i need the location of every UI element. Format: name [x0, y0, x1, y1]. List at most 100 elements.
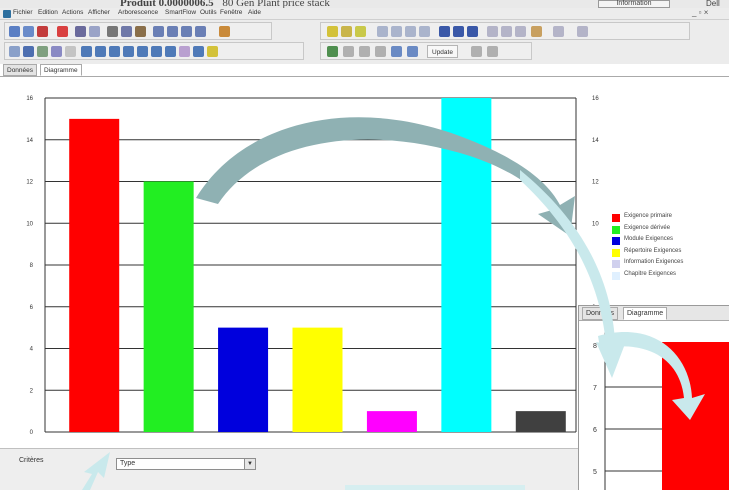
refresh-icon[interactable] — [181, 26, 192, 37]
y-tick-label-left: 12 — [26, 180, 33, 186]
tree-icon[interactable] — [9, 46, 20, 57]
glasses-icon[interactable] — [355, 26, 366, 37]
y-tick-label-left: 0 — [30, 430, 34, 436]
tab-donnees[interactable]: Données — [3, 64, 38, 76]
edit-icon[interactable] — [341, 26, 352, 37]
toolbar-area: Update — [0, 20, 729, 64]
y-tick-label-right: 8 — [592, 263, 596, 269]
bulb-icon[interactable] — [207, 46, 218, 57]
network-icon[interactable] — [81, 46, 92, 57]
pencil-icon[interactable] — [531, 26, 542, 37]
export-icon[interactable] — [193, 46, 204, 57]
menu-bar: Fichier Edition Actions Afficher Arbores… — [0, 8, 729, 20]
folder-icon[interactable] — [109, 46, 120, 57]
legend-item: Chapitre Exigences — [612, 271, 722, 281]
legend-item: Répertoire Exigences — [612, 248, 722, 258]
blank-icon[interactable] — [65, 46, 76, 57]
tab-diagramme[interactable]: Diagramme — [40, 64, 82, 76]
paste-icon[interactable] — [135, 26, 146, 37]
document-icon[interactable] — [51, 46, 62, 57]
layout-icon[interactable] — [577, 26, 588, 37]
step-icon[interactable] — [391, 26, 402, 37]
history-icon[interactable] — [195, 26, 206, 37]
y-tick-label-left: 8 — [30, 263, 34, 269]
step-end-icon[interactable] — [419, 26, 430, 37]
inset-tab-donnees[interactable]: Données — [582, 307, 619, 320]
bar-2[interactable] — [143, 181, 194, 433]
delete-icon[interactable] — [57, 26, 68, 37]
menu-outils[interactable]: Outils — [200, 9, 217, 16]
clock-icon[interactable] — [123, 46, 134, 57]
criteria-select[interactable]: Type ▼ — [116, 458, 256, 470]
print-icon[interactable] — [75, 26, 86, 37]
menu-fichier[interactable]: Fichier — [13, 9, 33, 16]
legend-swatch — [612, 260, 620, 268]
menu-aide[interactable]: Aide — [248, 9, 261, 16]
information-field[interactable]: Information — [598, 0, 670, 8]
group-icon[interactable] — [467, 26, 478, 37]
inset-bar — [662, 342, 729, 490]
filter-icon[interactable] — [151, 46, 162, 57]
update-button[interactable]: Update — [427, 45, 458, 58]
criteria-select-value: Type — [120, 460, 136, 467]
bar-6[interactable] — [441, 98, 492, 432]
menu-fenetre[interactable]: Fenêtre — [220, 9, 242, 16]
menu-smartflow[interactable]: SmartFlow — [165, 9, 196, 16]
help-icon[interactable] — [219, 26, 230, 37]
magnet-icon[interactable] — [359, 46, 370, 57]
object-icon[interactable] — [37, 46, 48, 57]
y-tick-label-left: 10 — [26, 221, 33, 227]
criteria-label: Critères — [19, 457, 44, 464]
bar-1[interactable] — [69, 118, 120, 432]
cut-icon[interactable] — [107, 26, 118, 37]
chevron-down-icon[interactable]: ▼ — [244, 459, 255, 469]
menu-edition[interactable]: Edition — [38, 9, 58, 16]
copy-icon[interactable] — [121, 26, 132, 37]
bar-5[interactable] — [366, 411, 417, 432]
bookmark-icon[interactable] — [37, 26, 48, 37]
inset-chart: 8 7 6 5 — [593, 321, 729, 490]
step-forward-icon[interactable] — [405, 26, 416, 37]
menu-arborescence[interactable]: Arborescence — [118, 9, 158, 16]
gear-icon[interactable] — [391, 46, 402, 57]
new-icon[interactable] — [9, 26, 20, 37]
wrench-icon[interactable] — [375, 46, 386, 57]
report-icon[interactable] — [179, 46, 190, 57]
users-icon[interactable] — [453, 26, 464, 37]
grid-icon[interactable] — [553, 26, 564, 37]
bar-3[interactable] — [218, 327, 269, 432]
menu-afficher[interactable]: Afficher — [88, 9, 110, 16]
step-back-icon[interactable] — [377, 26, 388, 37]
sync-icon[interactable] — [95, 46, 106, 57]
chart-icon[interactable] — [165, 46, 176, 57]
legend-label: Chapitre Exigences — [624, 270, 677, 277]
link-icon[interactable] — [153, 26, 164, 37]
settings-icon[interactable] — [407, 46, 418, 57]
align-center-icon[interactable] — [501, 26, 512, 37]
search-icon[interactable] — [137, 46, 148, 57]
ruler-icon[interactable] — [343, 46, 354, 57]
arrow-icon[interactable] — [327, 46, 338, 57]
toolbar-standard — [4, 22, 272, 40]
user-icon[interactable] — [439, 26, 450, 37]
star-icon[interactable] — [327, 26, 338, 37]
preview-icon[interactable] — [89, 26, 100, 37]
open-icon[interactable] — [23, 26, 34, 37]
title-right-text: Dell — [706, 0, 720, 8]
menu-actions[interactable]: Actions — [62, 9, 83, 16]
app-logo-icon[interactable] — [3, 10, 11, 18]
highlight-bar — [345, 485, 525, 490]
align-right-icon[interactable] — [515, 26, 526, 37]
unlink-icon[interactable] — [167, 26, 178, 37]
inset-tab-diagramme[interactable]: Diagramme — [623, 307, 668, 320]
align-left-icon[interactable] — [487, 26, 498, 37]
legend-swatch — [612, 225, 620, 234]
toolbar-workflow — [320, 22, 690, 40]
legend-label: Exigence dérivée — [624, 224, 671, 231]
bar-4[interactable] — [292, 327, 343, 432]
table-icon[interactable] — [23, 46, 34, 57]
tag-icon[interactable] — [487, 46, 498, 57]
attach-icon[interactable] — [471, 46, 482, 57]
bar-7[interactable] — [515, 411, 566, 432]
window-controls[interactable]: _ ▫ × — [692, 8, 708, 17]
